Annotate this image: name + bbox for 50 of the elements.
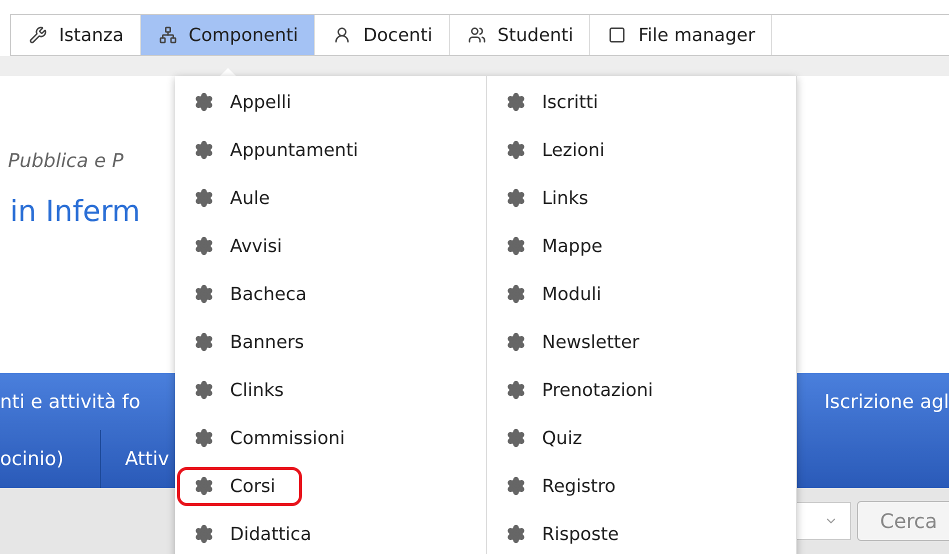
users-icon	[468, 26, 486, 44]
gear-icon	[506, 140, 526, 160]
wrench-icon	[29, 26, 47, 44]
gear-icon	[194, 332, 214, 352]
gear-icon	[194, 284, 214, 304]
gear-icon	[506, 284, 526, 304]
menu-item[interactable]: Corsi	[177, 466, 302, 506]
menu-item[interactable]: Clinks	[177, 370, 311, 410]
menu-item[interactable]: Aule	[177, 178, 297, 218]
menu-item[interactable]: Commissioni	[177, 418, 372, 458]
menu-item[interactable]: Bacheca	[177, 274, 334, 314]
menu-item[interactable]: Links	[489, 178, 616, 218]
user-icon	[333, 26, 352, 44]
gear-icon	[194, 524, 214, 544]
menu-item[interactable]: Didattica	[177, 514, 338, 554]
menu-item[interactable]: Iscritti	[489, 82, 626, 122]
menu-item[interactable]: Lezioni	[489, 130, 632, 170]
gear-icon	[506, 428, 526, 448]
gear-icon	[506, 332, 526, 352]
hierarchy-icon	[158, 26, 177, 44]
gear-icon	[506, 524, 526, 544]
gear-icon	[506, 92, 526, 112]
gear-icon	[194, 476, 214, 496]
gear-icon	[194, 188, 214, 208]
gear-icon	[194, 92, 214, 112]
menu-item[interactable]: Mappe	[489, 226, 630, 266]
menu-item[interactable]: Registro	[489, 466, 643, 506]
page-subtitle: Pubblica e P	[8, 150, 124, 172]
gear-icon	[506, 188, 526, 208]
nav-link[interactable]: nti e attività fo	[0, 390, 150, 413]
gear-icon	[194, 380, 214, 400]
menu-item[interactable]: Risposte	[489, 514, 646, 554]
nav-link[interactable]: Attiv	[101, 430, 170, 488]
nav-link[interactable]: Iscrizione agl	[824, 390, 949, 413]
menu-item[interactable]: Newsletter	[489, 322, 666, 362]
menu-item[interactable]: Avvisi	[177, 226, 309, 266]
gear-icon	[194, 428, 214, 448]
menu-item[interactable]: Prenotazioni	[489, 370, 680, 410]
gear-icon	[506, 236, 526, 256]
menu-item[interactable]: Quiz	[489, 418, 610, 458]
toolbar-tab[interactable]: Componenti	[140, 15, 316, 55]
gear-icon	[194, 140, 214, 160]
menu-item[interactable]: Appelli	[177, 82, 318, 122]
menu-item[interactable]: Appuntamenti	[177, 130, 386, 170]
gear-icon	[506, 380, 526, 400]
gear-icon	[194, 236, 214, 256]
page-heading: in Inferm	[10, 194, 140, 228]
menu-item[interactable]: Banners	[177, 322, 332, 362]
gear-icon	[506, 476, 526, 496]
menu-item[interactable]: Moduli	[489, 274, 628, 314]
